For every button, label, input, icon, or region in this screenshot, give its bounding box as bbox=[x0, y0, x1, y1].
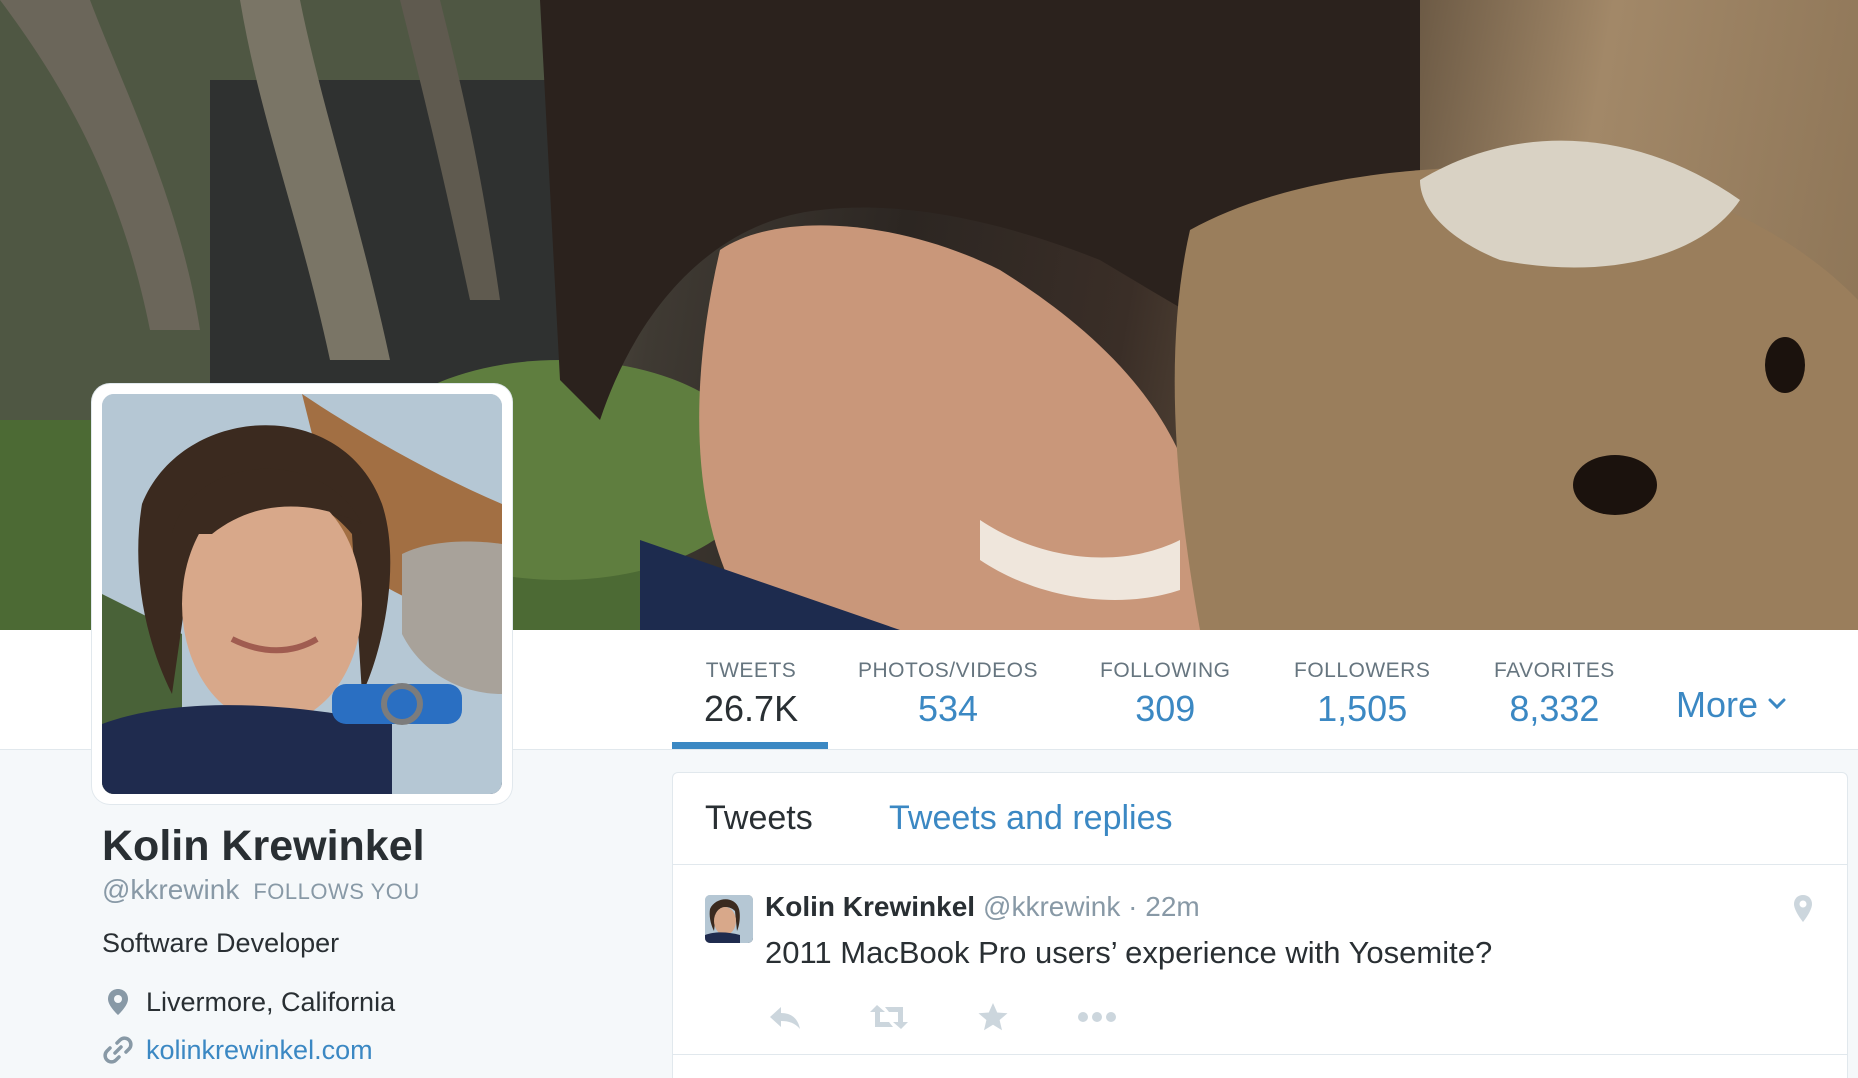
active-tab-indicator bbox=[672, 742, 828, 749]
stat-value: 534 bbox=[917, 688, 979, 729]
profile-handle-line: @kkrewink FOLLOWS YOU bbox=[102, 874, 420, 906]
tweet-item[interactable]: Kolin Krewinkel @kkrewink · 22m 2011 MacB… bbox=[673, 865, 1847, 1055]
tab-tweets[interactable]: Tweets bbox=[705, 799, 813, 838]
tweet-actions bbox=[765, 1001, 1181, 1033]
stat-label: FOLLOWING bbox=[1100, 659, 1231, 682]
more-menu-button[interactable]: More bbox=[1676, 684, 1786, 726]
stat-value: 8,332 bbox=[1509, 688, 1600, 729]
more-label: More bbox=[1676, 684, 1759, 725]
retweet-icon bbox=[870, 1005, 908, 1029]
stat-label: FOLLOWERS bbox=[1294, 659, 1431, 682]
nav-stat-following[interactable]: FOLLOWING 309 bbox=[1100, 658, 1231, 730]
ellipsis-icon bbox=[1078, 1012, 1116, 1022]
nav-stat-favorites[interactable]: FAVORITES 8,332 bbox=[1494, 658, 1615, 730]
profile-handle[interactable]: @kkrewink bbox=[102, 874, 239, 905]
reply-icon bbox=[770, 1007, 800, 1029]
follows-you-badge: FOLLOWS YOU bbox=[253, 879, 420, 904]
stat-value: 26.7K bbox=[704, 688, 799, 729]
more-actions-button[interactable] bbox=[1077, 1001, 1117, 1033]
tweet-author-handle[interactable]: @kkrewink bbox=[983, 891, 1120, 922]
avatar-illustration bbox=[102, 394, 502, 794]
tweet-author-name[interactable]: Kolin Krewinkel bbox=[765, 891, 975, 922]
timeline-panel: Tweets Tweets and replies Kolin Krewinke… bbox=[672, 772, 1848, 1078]
stat-value: 1,505 bbox=[1317, 688, 1408, 729]
profile-location: Livermore, California bbox=[102, 986, 395, 1018]
tweet-avatar[interactable] bbox=[705, 895, 753, 943]
stat-label: PHOTOS/VIDEOS bbox=[858, 659, 1038, 682]
website-link[interactable]: kolinkrewinkel.com bbox=[146, 1035, 373, 1066]
star-icon bbox=[978, 1003, 1008, 1031]
map-pin-icon[interactable] bbox=[1791, 893, 1815, 925]
map-pin-icon bbox=[108, 989, 128, 1015]
tweet-text: 2011 MacBook Pro users’ experience with … bbox=[765, 935, 1493, 970]
nav-stat-tweets[interactable]: TWEETS 26.7K bbox=[704, 658, 798, 730]
tweet-avatar-illustration bbox=[705, 895, 753, 943]
profile-name[interactable]: Kolin Krewinkel bbox=[102, 822, 425, 871]
profile-avatar[interactable] bbox=[92, 384, 512, 804]
link-icon bbox=[103, 1036, 133, 1064]
timeline-tabs: Tweets Tweets and replies bbox=[673, 773, 1847, 865]
stat-label: FAVORITES bbox=[1494, 659, 1615, 682]
nav-stat-photos-videos[interactable]: PHOTOS/VIDEOS 534 bbox=[858, 658, 1038, 730]
reply-button[interactable] bbox=[765, 1001, 805, 1033]
stat-label: TWEETS bbox=[705, 659, 797, 682]
avatar-image bbox=[102, 394, 502, 794]
favorite-button[interactable] bbox=[973, 1001, 1013, 1033]
tab-tweets-and-replies[interactable]: Tweets and replies bbox=[889, 799, 1173, 838]
location-text: Livermore, California bbox=[146, 986, 396, 1017]
stat-value: 309 bbox=[1135, 688, 1196, 729]
profile-bio: Software Developer bbox=[102, 928, 340, 958]
chevron-down-icon bbox=[1768, 698, 1786, 710]
nav-stat-followers[interactable]: FOLLOWERS 1,505 bbox=[1294, 658, 1430, 730]
tweet-timestamp[interactable]: · 22m bbox=[1120, 891, 1200, 922]
profile-website: kolinkrewinkel.com bbox=[102, 1034, 373, 1066]
retweet-button[interactable] bbox=[869, 1001, 909, 1033]
profile-page: TWEETS 26.7K PHOTOS/VIDEOS 534 FOLLOWING… bbox=[0, 0, 1858, 1078]
tweet-header: Kolin Krewinkel @kkrewink · 22m bbox=[765, 891, 1200, 923]
